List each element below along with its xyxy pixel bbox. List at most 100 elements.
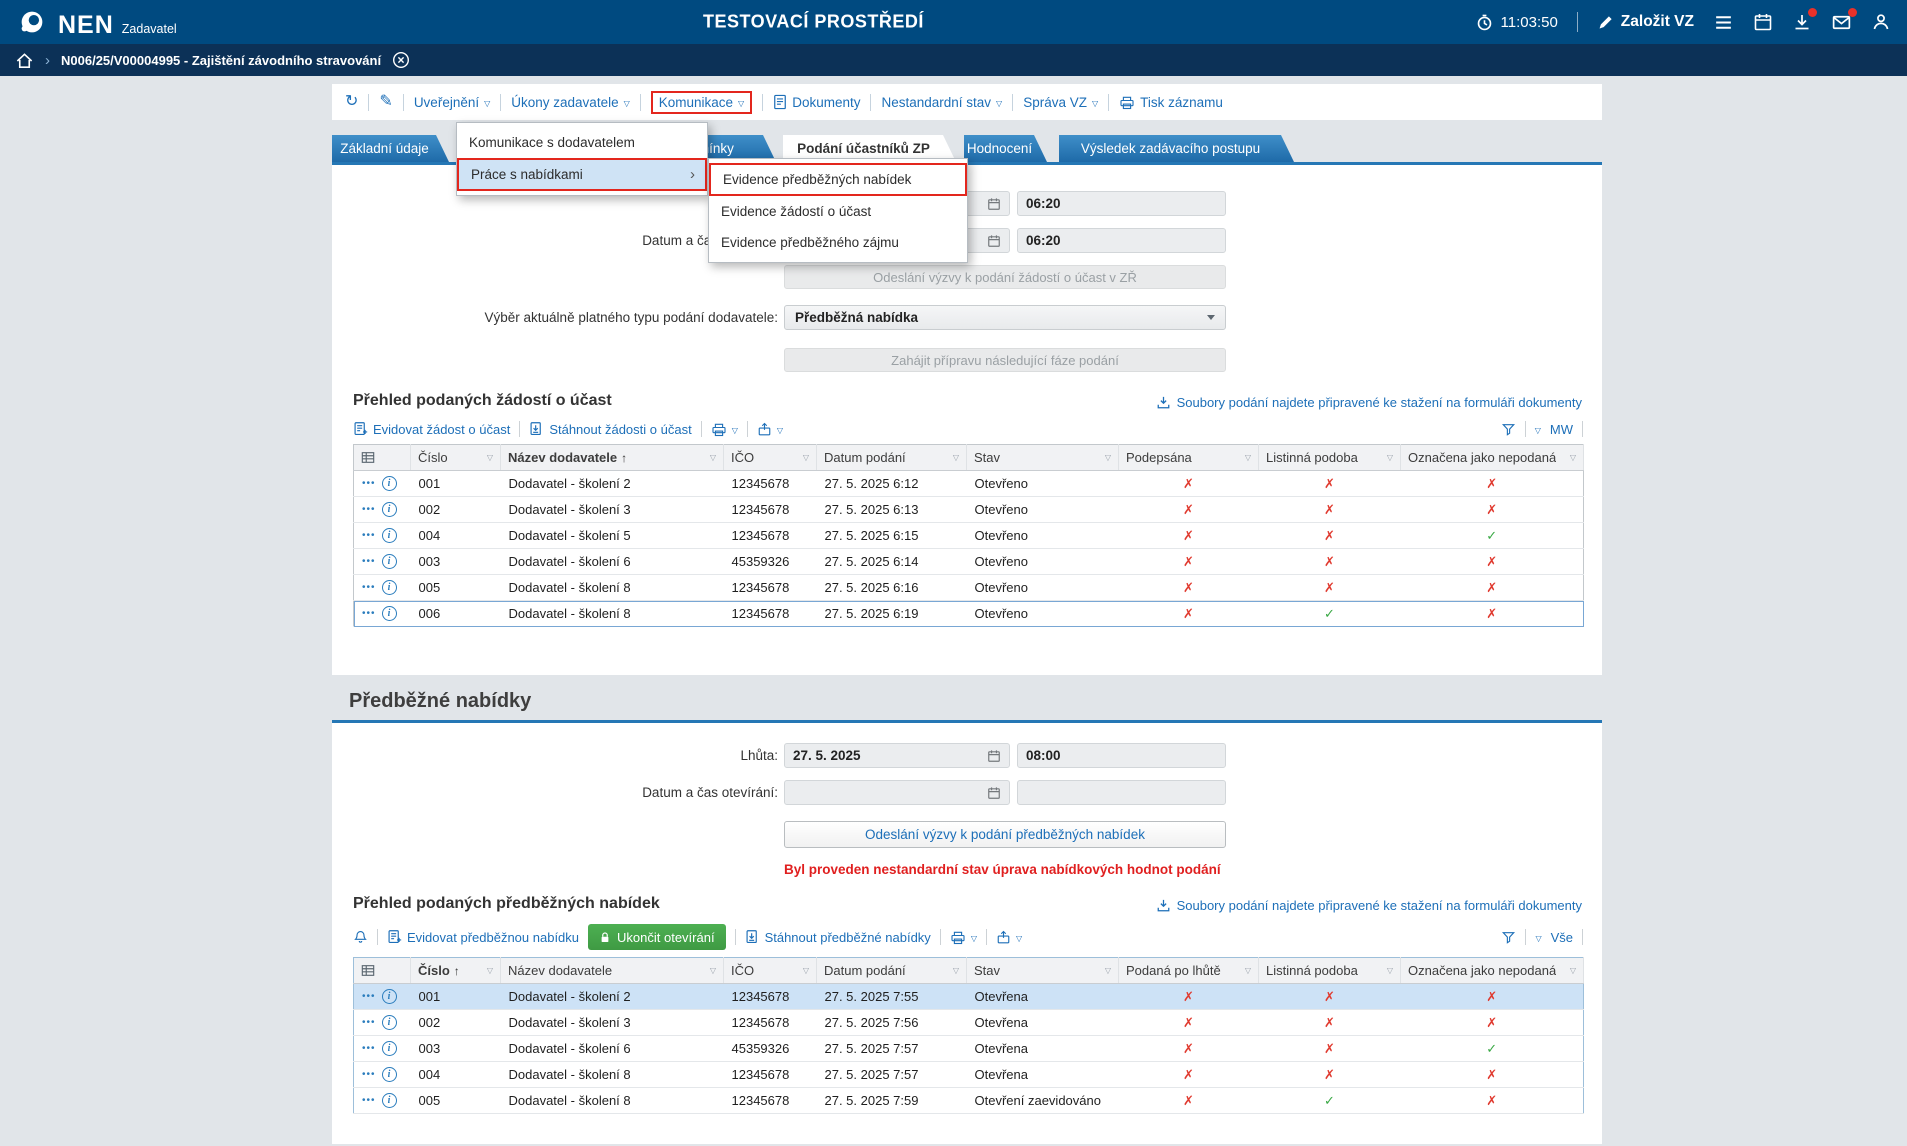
column-datum-podani[interactable]: Datum podání▽ [817,445,967,471]
column-filter-icon[interactable]: ▽ [706,453,716,462]
column-listinna-podoba[interactable]: Listinná podoba▽ [1259,445,1401,471]
table-row[interactable]: •••i 001 Dodavatel - školení 2 12345678 … [354,984,1584,1010]
download-preliminary-button[interactable]: Stáhnout předběžné nabídky [745,929,931,945]
column-filter-icon[interactable]: ▽ [949,966,959,975]
opening-time-field[interactable] [1017,780,1226,805]
column-nazev-dodavatele[interactable]: Název dodavatele↑▽ [501,445,724,471]
column-filter-icon[interactable]: ▽ [706,966,716,975]
tab-vysledek-zadavaciho-postupu[interactable]: Výsledek zadávacího postupu [1059,135,1294,162]
row-info-icon[interactable]: i [382,989,397,1004]
send-preliminary-request-button[interactable]: Odeslání výzvy k podání předběžných nabí… [784,821,1226,848]
edit-icon[interactable]: ✎ [379,94,392,110]
chevron-down-icon[interactable]: ▽ [1535,932,1541,943]
table-row[interactable]: •••i 003 Dodavatel - školení 6 45359326 … [354,549,1584,575]
download-note-link[interactable]: Soubory podání najdete připravené ke sta… [1156,898,1582,913]
row-options-icon[interactable]: ••• [362,1069,376,1080]
menu-dokumenty[interactable]: Dokumenty [773,94,860,110]
row-info-icon[interactable]: i [382,1067,397,1082]
column-stav[interactable]: Stav▽ [967,958,1119,984]
table-row[interactable]: •••i 002 Dodavatel - školení 3 12345678 … [354,497,1584,523]
column-filter-icon[interactable]: ▽ [1241,966,1251,975]
row-info-icon[interactable]: i [382,580,397,595]
chevron-down-icon[interactable]: ▽ [1535,424,1541,435]
row-info-icon[interactable]: i [382,476,397,491]
next-phase-button[interactable]: Zahájit přípravu následující fáze podání [784,348,1226,372]
menu-item-evidence-zadosti-o-ucast[interactable]: Evidence žádostí o účast [709,196,967,227]
column-listinna-podoba[interactable]: Listinná podoba▽ [1259,958,1401,984]
column-datum-podani[interactable]: Datum podání▽ [817,958,967,984]
column-filter-icon[interactable]: ▽ [1101,453,1111,462]
close-icon[interactable] [392,51,410,69]
row-options-icon[interactable]: ••• [362,556,376,567]
column-filter-icon[interactable]: ▽ [1383,453,1393,462]
column-oznacena-jako-nepodana[interactable]: Označena jako nepodaná▽ [1401,958,1584,984]
menu-item-prace-s-nabidkami[interactable]: Práce s nabídkami › [457,158,707,191]
menu-item-evidence-predbeznych-nabidek[interactable]: Evidence předběžných nabídek [709,163,967,196]
download-note-link[interactable]: Soubory podání najdete připravené ke sta… [1156,395,1582,410]
breadcrumb-record[interactable]: N006/25/V00004995 - Zajištění závodního … [61,53,381,68]
row-options-icon[interactable]: ••• [362,1095,376,1106]
menu-nestandardni-stav[interactable]: Nestandardní stav▽ [881,95,1002,110]
calendar-icon[interactable] [987,197,1001,211]
print-table-button[interactable]: ▽ [950,930,977,945]
column-filter-icon[interactable]: ▽ [799,453,809,462]
row-info-icon[interactable]: i [382,606,397,621]
column-filter-icon[interactable]: ▽ [483,966,493,975]
column-filter-icon[interactable]: ▽ [1566,453,1576,462]
calendar-icon[interactable] [1753,12,1773,32]
end-opening-button[interactable]: Ukončit otevírání [588,924,726,950]
register-request-button[interactable]: Evidovat žádost o účast [353,421,510,437]
table-row[interactable]: •••i 002 Dodavatel - školení 3 12345678 … [354,1010,1584,1036]
register-preliminary-button[interactable]: Evidovat předběžnou nabídku [387,929,579,945]
export-table-button[interactable]: ▽ [757,422,783,437]
calendar-icon[interactable] [987,749,1001,763]
mail-icon[interactable] [1831,12,1852,33]
nen-logo-icon[interactable] [16,6,48,38]
column-ico[interactable]: IČO▽ [724,445,817,471]
menu-item-evidence-predbezneho-zajmu[interactable]: Evidence předběžného zájmu [709,227,967,258]
row-options-icon[interactable]: ••• [362,1043,376,1054]
column-filter-icon[interactable]: ▽ [799,966,809,975]
download-requests-button[interactable]: Stáhnout žádosti o účast [529,421,691,437]
deadline-date-field[interactable]: 27. 5. 2025 [784,743,1010,768]
download-icon[interactable] [1792,12,1812,32]
row-options-icon[interactable]: ••• [362,991,376,1002]
send-participation-request-button[interactable]: Odeslání výzvy k podání žádostí o účast … [784,265,1226,289]
menu-icon[interactable] [1713,12,1734,33]
bell-icon[interactable] [353,929,368,945]
column-podepsana[interactable]: Podepsána▽ [1119,445,1259,471]
deadline-time-field[interactable]: 06:20 [1017,191,1226,216]
table-row[interactable]: •••i 004 Dodavatel - školení 5 12345678 … [354,523,1584,549]
table-row[interactable]: •••i 001 Dodavatel - školení 2 12345678 … [354,471,1584,497]
menu-ukony-zadavatele[interactable]: Úkony zadavatele▽ [511,95,629,110]
column-filter-icon[interactable]: ▽ [1383,966,1393,975]
column-filter-icon[interactable]: ▽ [1241,453,1251,462]
refresh-icon[interactable]: ↻ [345,94,358,110]
table-row[interactable]: •••i 005 Dodavatel - školení 8 12345678 … [354,575,1584,601]
row-options-icon[interactable]: ••• [362,478,376,489]
column-cislo[interactable]: Číslo↑▽ [411,958,501,984]
column-filter-icon[interactable]: ▽ [483,453,493,462]
row-info-icon[interactable]: i [382,1041,397,1056]
table-row[interactable]: •••i 006 Dodavatel - školení 8 12345678 … [354,601,1584,627]
opening-date-field[interactable] [784,780,1010,805]
calendar-icon[interactable] [987,786,1001,800]
table-row[interactable]: •••i 005 Dodavatel - školení 8 12345678 … [354,1088,1584,1114]
view-label[interactable]: Vše [1551,930,1573,945]
column-podana-po-lhute[interactable]: Podaná po lhůtě▽ [1119,958,1259,984]
row-info-icon[interactable]: i [382,502,397,517]
opening-time-field[interactable]: 06:20 [1017,228,1226,253]
column-filter-icon[interactable]: ▽ [949,453,959,462]
column-ico[interactable]: IČO▽ [724,958,817,984]
print-table-button[interactable]: ▽ [711,422,738,437]
submission-type-select[interactable]: Předběžná nabídka [784,305,1226,330]
menu-sprava-vz[interactable]: Správa VZ▽ [1023,95,1098,110]
home-icon[interactable] [15,51,34,70]
column-cislo[interactable]: Číslo▽ [411,445,501,471]
column-oznacena-jako-nepodana[interactable]: Označena jako nepodaná▽ [1401,445,1584,471]
table-row[interactable]: •••i 003 Dodavatel - školení 6 45359326 … [354,1036,1584,1062]
row-options-icon[interactable]: ••• [362,530,376,541]
view-label[interactable]: MW [1550,422,1573,437]
column-stav[interactable]: Stav▽ [967,445,1119,471]
menu-uverejneni[interactable]: Uveřejnění▽ [414,95,490,110]
